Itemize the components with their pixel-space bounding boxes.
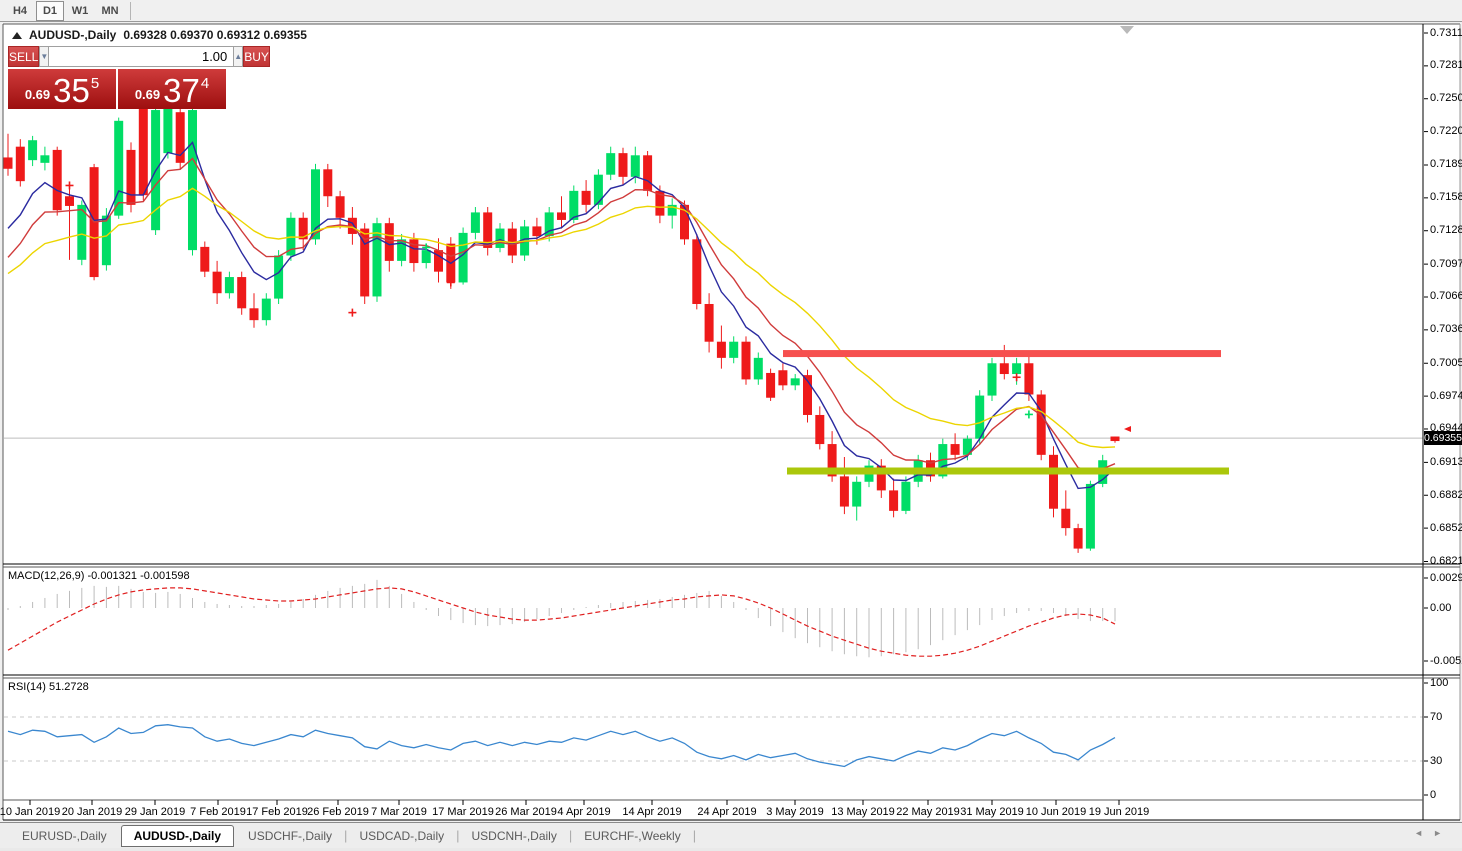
rsi-line [7, 724, 1116, 768]
one-click-trade-panel: SELL ▼ ▲ BUY 0.69 35 5 0.69 37 4 [8, 46, 270, 109]
price-axis-label: 0.72505 [1430, 92, 1462, 105]
rsi-axis-label: 100 [1430, 676, 1449, 689]
date-axis-label: 17 Feb 2019 [246, 806, 308, 818]
date-axis-label: 26 Feb 2019 [307, 806, 369, 818]
tab-scroll-arrows: ◄► [1414, 828, 1452, 838]
chart-tab-bar: EURUSD-,Daily AUDUSD-,Daily USDCHF-,Daily |… [0, 822, 1462, 848]
date-axis-label: 17 Mar 2019 [432, 806, 494, 818]
volume-decrease-button[interactable]: ▼ [39, 46, 50, 67]
buy-price-pip: 4 [200, 75, 210, 92]
volume-increase-button[interactable]: ▲ [233, 46, 244, 67]
chart-tab-usdcnh-daily[interactable]: USDCNH-,Daily [460, 826, 569, 846]
sell-price-main: 35 [53, 72, 90, 109]
moving-averages-group [7, 141, 1116, 490]
symbol-collapse-icon[interactable] [12, 31, 22, 39]
macd-axis-label: -0.005256 [1430, 654, 1462, 667]
price-axis-label: 0.71585 [1430, 191, 1462, 204]
macd-group [7, 579, 1116, 658]
price-axis-label: 0.70970 [1430, 257, 1462, 270]
tab-scroll-right-icon[interactable]: ► [1433, 828, 1452, 838]
sell-quote-panel[interactable]: 0.69 35 5 [8, 69, 116, 109]
price-axis-label: 0.68825 [1430, 488, 1462, 501]
current-price-tag: 0.69355 [1424, 431, 1462, 445]
macd-indicator-label: MACD(12,26,9) -0.001321 -0.001598 [8, 570, 190, 582]
price-axis-label: 0.70050 [1430, 356, 1462, 369]
candles-group [3, 76, 1120, 553]
macd-axis-label: 0.002984 [1430, 571, 1462, 584]
buy-price-prefix: 0.69 [134, 87, 161, 102]
date-axis-label: 19 Jun 2019 [1088, 806, 1150, 818]
trade-markers-group [65, 181, 1131, 432]
rsi-group [4, 716, 1423, 768]
chart-title: AUDUSD-,Daily 0.69328 0.69370 0.69312 0.… [12, 28, 307, 42]
rsi-axis-label: 70 [1430, 710, 1443, 723]
price-axis-label: 0.70360 [1430, 323, 1462, 336]
price-axis-label: 0.73115 [1430, 26, 1462, 39]
chart-tab-audusd-daily[interactable]: AUDUSD-,Daily [120, 824, 235, 847]
chart-ohlc-values: 0.69328 0.69370 0.69312 0.69355 [123, 28, 307, 42]
date-axis-label: 3 May 2019 [766, 806, 824, 818]
mt4-application-window: H4 D1 W1 MN AUDUSD-,Daily 0.69328 0.69370 0… [0, 0, 1462, 851]
date-axis-label: 14 Apr 2019 [622, 806, 682, 818]
date-axis-label: 7 Mar 2019 [371, 806, 427, 818]
scroll-to-end-icon[interactable] [1120, 26, 1134, 34]
axis-ticks-group [29, 32, 1428, 805]
price-axis-label: 0.70665 [1430, 290, 1462, 303]
date-axis-label: 7 Feb 2019 [190, 806, 246, 818]
date-axis-label: 13 May 2019 [831, 806, 895, 818]
chart-canvas[interactable] [0, 0, 1462, 851]
date-axis-label: 10 Jan 2019 [0, 806, 61, 818]
rsi-indicator-label: RSI(14) 51.2728 [8, 681, 89, 693]
price-axis-label: 0.71890 [1430, 158, 1462, 171]
date-axis-label: 31 May 2019 [960, 806, 1024, 818]
macd-axis-label: 0.00 [1430, 601, 1452, 614]
date-axis-label: 10 Jun 2019 [1025, 806, 1087, 818]
sell-button[interactable]: SELL [8, 46, 40, 67]
chart-tab-eurchf-weekly[interactable]: EURCHF-,Weekly [572, 826, 692, 846]
date-axis-label: 22 May 2019 [896, 806, 960, 818]
price-axis-label: 0.69130 [1430, 455, 1462, 468]
price-axis-label: 0.72200 [1430, 125, 1462, 138]
tab-separator: | [692, 828, 697, 843]
price-axis-label: 0.68210 [1430, 555, 1462, 567]
rsi-axis-label: 30 [1430, 754, 1443, 767]
resistance-line[interactable] [783, 350, 1221, 358]
price-axis-label: 0.68520 [1430, 521, 1462, 534]
date-axis-label: 29 Jan 2019 [124, 806, 186, 818]
tab-scroll-left-icon[interactable]: ◄ [1414, 828, 1433, 838]
sell-price-prefix: 0.69 [24, 87, 51, 102]
chart-tab-usdcad-daily[interactable]: USDCAD-,Daily [347, 826, 456, 846]
buy-price-main: 37 [163, 72, 200, 109]
rsi-axis-label: 0 [1430, 788, 1437, 801]
chart-tab-eurusd-daily[interactable]: EURUSD-,Daily [10, 826, 119, 846]
panel-borders-group [2, 23, 1461, 821]
price-axis-label: 0.69745 [1430, 389, 1462, 402]
sell-price-pip: 5 [90, 75, 100, 92]
date-axis-label: 24 Apr 2019 [697, 806, 757, 818]
chart-tab-usdchf-daily[interactable]: USDCHF-,Daily [236, 826, 344, 846]
date-axis-label: 4 Apr 2019 [557, 806, 611, 818]
support-line[interactable] [787, 467, 1229, 475]
chart-symbol-label: AUDUSD-,Daily [29, 28, 117, 42]
buy-button[interactable]: BUY [243, 46, 270, 67]
price-axis-label: 0.72810 [1430, 59, 1462, 72]
ma-line-fast [7, 141, 1116, 490]
buy-quote-panel[interactable]: 0.69 37 4 [118, 69, 226, 109]
date-axis-label: 26 Mar 2019 [495, 806, 557, 818]
macd-signal-line [7, 587, 1116, 657]
price-axis-label: 0.71280 [1430, 224, 1462, 237]
volume-input[interactable] [49, 46, 234, 67]
date-axis-label: 20 Jan 2019 [61, 806, 123, 818]
